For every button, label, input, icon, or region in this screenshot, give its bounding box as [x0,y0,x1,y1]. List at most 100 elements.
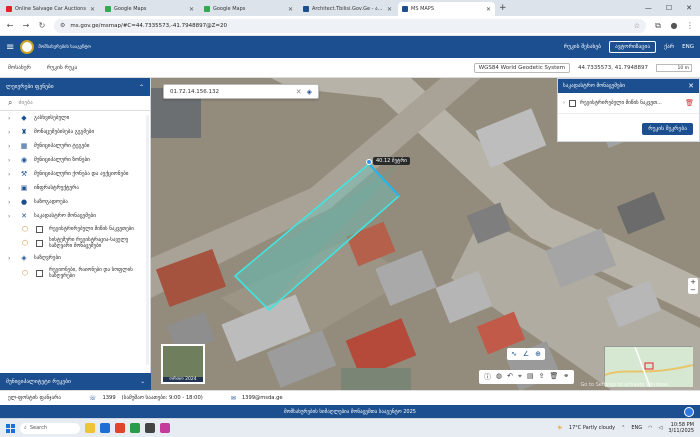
close-tab-icon[interactable]: ✕ [387,6,392,13]
header-nav-item[interactable]: ENG [682,44,694,50]
agency-logo[interactable]: მომსახურების სააგენტო [20,40,108,54]
extensions-icon[interactable]: ⧉ [654,21,662,31]
wifi-icon[interactable]: ◠ [648,425,652,431]
chevron-right-icon[interactable]: › [8,115,14,122]
header-nav-item[interactable]: ავტორიზაცია [609,41,657,53]
angle-icon[interactable]: ∠ [523,350,529,358]
app-icon[interactable] [160,423,170,433]
minimize-icon[interactable]: — [645,4,652,12]
chevron-right-icon[interactable]: › [8,213,14,220]
file-explorer-icon[interactable] [85,423,95,433]
weather-text[interactable]: 17°C Partly cloudy [569,425,615,431]
header-nav-item[interactable]: რუკის შესახებ [564,44,601,50]
layer-item[interactable]: › ▣ ინფრასტრუქტურა [0,181,150,195]
municipal-maps-section[interactable]: მუნიციპალიტეტი რუკები ⌄ [0,373,151,390]
line-chart-icon[interactable]: ∿ [511,350,517,358]
email-link[interactable]: 1399@msda.ge [242,395,283,401]
browser-menu-icon[interactable]: ⋮ [686,21,694,30]
layer-checkbox[interactable] [36,225,43,233]
trash-icon[interactable]: 🗑 [685,99,694,107]
profile-icon[interactable]: ● [670,21,678,30]
site-info-icon[interactable]: ⚙ [60,22,65,29]
browser-tab[interactable]: MS MAPS ✕ [398,2,495,16]
info-icon[interactable]: ⓘ [484,372,491,382]
locate-icon[interactable]: ◈ [307,88,312,96]
chevron-right-icon[interactable]: › [8,157,14,164]
zoom-out-icon[interactable]: − [690,286,696,294]
layer-item[interactable]: › ♜ მონაცემებისება გეგმები [0,125,150,139]
share-icon[interactable]: ⇪ [539,372,545,382]
url-input[interactable]: ⚙ ms.gov.ge/msmap/#C=44.7335573,-41.7948… [54,18,646,33]
close-tab-icon[interactable]: ✕ [189,6,194,13]
chevron-up-icon[interactable]: ⌃ [139,84,144,91]
layer-item[interactable]: › ◉ მუნიციპალური ზონები [0,153,150,167]
zoom-in-icon[interactable]: + [690,278,696,286]
header-nav-item[interactable]: ქარ [664,44,674,50]
hamburger-menu-icon[interactable]: ≡ [6,42,14,53]
chevron-down-icon[interactable]: ⌄ [140,379,145,385]
layers-panel-header[interactable]: ლეიერები ფენები ⌃ [0,78,150,96]
chevron-right-icon[interactable]: › [8,171,14,178]
layer-subitem[interactable]: ⬡ რეგიონები, რაიონები და სოფლის საზღვრები [0,265,150,281]
browser-tab[interactable]: Google Maps ✕ [200,2,297,16]
overview-map[interactable] [604,346,694,388]
language-indicator[interactable]: ENG [631,425,642,431]
store-icon[interactable] [130,423,140,433]
chevron-right-icon[interactable]: › [8,255,14,262]
undo-icon[interactable]: ↶ [507,372,513,382]
layer-search[interactable]: ⌕ ძიება [0,96,150,111]
star-icon[interactable]: ☆ [634,22,640,30]
phone-number[interactable]: 1399 [102,395,115,401]
close-tab-icon[interactable]: ✕ [90,6,95,13]
new-tab-button[interactable]: + [499,2,507,16]
edge-icon[interactable] [100,423,110,433]
layer-checkbox[interactable] [36,239,43,247]
windows-start-icon[interactable] [6,423,15,433]
layer-item[interactable]: › ● საზოგადოება [0,195,150,209]
close-icon[interactable]: ✕ [688,82,694,90]
chrome-icon[interactable] [115,423,125,433]
reload-icon[interactable]: ↻ [38,21,46,30]
layer-subitem[interactable]: ⬡ რეგისტრირებული მიწის ნაკვეთები [0,223,150,235]
terminal-icon[interactable] [145,423,155,433]
layer-subitem[interactable]: ⬡ სისტემური რეგისტრაცია-საველე საზღვარი მ… [0,235,150,251]
tray-chevron-icon[interactable]: ⌃ [621,425,625,431]
browser-tab[interactable]: Online Salvage Car Auctions ✕ [2,2,99,16]
layer-item[interactable]: › ⚒ მუნიციპალური ქონება და აუქციონები [0,167,150,181]
chevron-right-icon[interactable]: › [8,185,14,192]
ruler-icon[interactable]: ⌖ [518,372,522,382]
chevron-right-icon[interactable]: › [8,199,14,206]
cadastral-search-input[interactable]: 01.72.14.156.132 ✕ ◈ [163,84,319,99]
system-clock[interactable]: 10:58 PM 3/11/2025 [668,422,694,434]
clear-search-icon[interactable]: ✕ [296,88,302,96]
maximize-icon[interactable]: ☐ [666,4,672,12]
map-assemble-button[interactable]: რუკის შეკრება [642,123,693,135]
chevron-right-icon[interactable]: › [8,143,14,150]
layer-checkbox[interactable] [36,269,43,277]
link-icon[interactable]: ⚭ [563,372,569,382]
layer-item[interactable]: › ▦ მუნიციპალური ტეგები [0,139,150,153]
layer-item[interactable]: › ✕ საკადასტრო მონაცემები [0,209,150,223]
cadastral-layer-row[interactable]: › რეგისტრირებული მიწის ნაკვეთ... 🗑 [558,93,699,114]
chevron-right-icon[interactable]: › [563,100,565,106]
sub-menu-item[interactable]: მოსახერ [8,65,31,71]
chatbot-icon[interactable] [684,407,694,417]
volume-icon[interactable]: ◁ [659,425,663,431]
globe-icon[interactable]: ◍ [496,372,502,382]
browser-tab[interactable]: Google Maps ✕ [101,2,198,16]
close-tab-icon[interactable]: ✕ [486,6,491,13]
print-icon[interactable]: ▤ [527,372,534,382]
delete-icon[interactable]: 🗑 [549,372,558,382]
close-window-icon[interactable]: ✕ [686,4,692,12]
chevron-right-icon[interactable]: › [8,129,14,136]
layer-item[interactable]: › ◆ გასხვისებული [0,111,150,125]
layer-item[interactable]: › ◈ საზღვრები [0,251,150,265]
projection-select[interactable]: WGS84 World Geodetic System [473,62,571,73]
back-icon[interactable]: ← [6,21,14,30]
layer-list-scrollbar[interactable] [146,115,149,365]
taskbar-search[interactable]: ⌕ Search [20,422,80,434]
sub-menu-item[interactable]: რუკის რუკა [47,65,77,71]
target-icon[interactable]: ⊕ [535,350,541,358]
measure-point-icon[interactable] [366,159,372,165]
cadastral-layer-checkbox[interactable] [569,99,576,107]
